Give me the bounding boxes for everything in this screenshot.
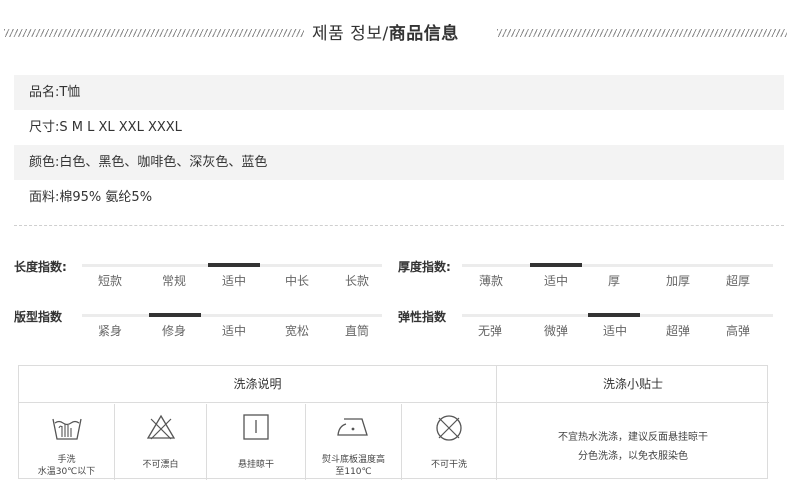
section-header: 제품 정보/商品信息 — [0, 14, 790, 50]
info-row-name: 品名:T恤 — [14, 75, 784, 110]
scale-track — [82, 313, 382, 317]
wash-cell-iron: 熨斗底板温度高 至110℃ — [306, 404, 401, 480]
scale-option: 无弹 — [477, 324, 502, 338]
scale-option-selected: 适中 — [543, 274, 568, 288]
washing-tip-line: 不宜热水洗涤，建议反面悬挂晾干 — [558, 432, 708, 443]
info-row-fabric: 面料:棉95% 氨纶5% — [14, 180, 784, 215]
wash-cell-sublabel: 水温30℃以下 — [37, 467, 96, 477]
washing-tips: 不宜热水洗涤，建议反面悬挂晾干 分色洗涤，以免衣服染色 — [497, 428, 769, 466]
no-dry-clean-icon — [436, 415, 462, 441]
wash-cell-label: 熨斗底板温度高 — [321, 455, 385, 465]
wash-cell-label: 手洗 — [57, 455, 76, 465]
washing-tips-title: 洗涤小贴士 — [497, 366, 769, 403]
scale-option: 直筒 — [344, 324, 369, 338]
header-hatch-right — [497, 29, 787, 37]
section-title-korean: 제품 정보/ — [312, 24, 389, 44]
product-info-list: 品名:T恤 尺寸:S M L XL XXL XXXL 颜色:白色、黑色、咖啡色、… — [14, 75, 784, 215]
info-row-color: 颜色:白色、黑色、咖啡色、深灰色、蓝色 — [14, 145, 784, 180]
info-label: 品名: — [29, 85, 60, 100]
info-label: 尺寸: — [29, 120, 60, 135]
scale-track — [82, 263, 382, 267]
info-value: 白色、黑色、咖啡色、深灰色、蓝色 — [59, 155, 268, 170]
iron-icon — [336, 418, 368, 436]
scale-option-selected: 适中 — [221, 274, 246, 288]
scale-label: 厚度指数: — [398, 260, 451, 274]
section-title-chinese: 商品信息 — [388, 24, 459, 44]
scale-option: 厚 — [607, 274, 620, 288]
hand-wash-icon — [51, 418, 82, 440]
divider-dashed — [14, 225, 784, 226]
scale-option-selected: 修身 — [161, 324, 186, 338]
scale-indicator — [208, 263, 260, 267]
wash-cell-label: 悬挂晾干 — [237, 460, 274, 470]
wash-cell-no-dry-clean: 不可干洗 — [402, 404, 496, 480]
scale-label: 长度指数: — [14, 260, 67, 274]
scale-option: 中长 — [284, 274, 309, 288]
washing-tip-line: 分色洗涤，以免衣服染色 — [578, 451, 688, 462]
wash-cell-label: 不可干洗 — [430, 460, 467, 470]
info-value: 棉95% 氨纶5% — [59, 190, 153, 205]
header-hatch-left — [4, 29, 304, 37]
info-row-size: 尺寸:S M L XL XXL XXXL — [14, 110, 784, 145]
wash-cell-hang-dry: 悬挂晾干 — [207, 404, 305, 480]
hang-dry-icon — [243, 414, 269, 440]
wash-cell-sublabel: 至110℃ — [335, 467, 372, 477]
info-value: S M L XL XXL XXXL — [59, 120, 182, 135]
scale-label: 弹性指数 — [398, 310, 447, 324]
scale-option: 长款 — [344, 274, 369, 288]
wash-cell-no-bleach: 不可漂白 — [115, 404, 206, 480]
scale-option: 微弹 — [543, 324, 568, 338]
wash-cell-label: 不可漂白 — [142, 460, 179, 470]
scale-indicator — [149, 313, 201, 317]
scale-option: 加厚 — [665, 274, 690, 288]
section-title: 제품 정보/商品信息 — [312, 19, 459, 44]
wash-cell-hand-wash: 手洗水温30℃以下 — [19, 404, 114, 480]
scale-fit: 版型指数 紧身 修身 适中 宽松 直筒 — [14, 308, 382, 338]
washing-instructions-title: 洗涤说明 — [19, 366, 496, 403]
scale-option: 超厚 — [725, 274, 750, 288]
scale-length: 长度指数: 短款 常规 适中 中长 长款 — [14, 258, 382, 288]
scale-option-selected: 适中 — [602, 324, 627, 338]
scale-thickness: 厚度指数: 薄款 适中 厚 加厚 超厚 — [398, 258, 774, 288]
scale-option: 薄款 — [478, 274, 503, 288]
scale-option: 高弹 — [725, 324, 750, 338]
scale-option: 短款 — [97, 274, 122, 288]
info-value: T恤 — [59, 85, 81, 100]
scale-track — [462, 313, 773, 317]
scale-option: 超弹 — [665, 324, 690, 338]
scale-indicator — [530, 263, 582, 267]
washing-table: 洗涤说明 洗涤小贴士 手洗 水温30℃以下 不可漂白 悬挂晾干 熨斗底板温度高 … — [18, 365, 769, 480]
info-label: 面料: — [29, 190, 60, 205]
no-bleach-icon — [146, 414, 175, 440]
info-label: 颜色: — [29, 155, 60, 170]
scale-option: 常规 — [161, 274, 186, 288]
scale-label: 版型指数 — [14, 310, 63, 324]
scale-indicator — [588, 313, 640, 317]
scale-track — [462, 263, 773, 267]
scale-option: 适中 — [221, 324, 246, 338]
scale-option: 紧身 — [97, 324, 122, 338]
scale-elasticity: 弹性指数 无弹 微弹 适中 超弹 高弹 — [398, 308, 774, 338]
scale-option: 宽松 — [284, 324, 309, 338]
